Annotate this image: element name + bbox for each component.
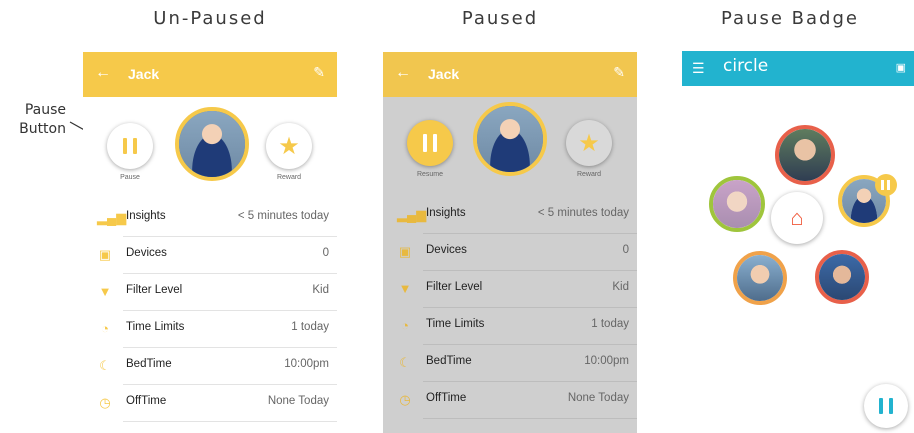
insights-icon: ▂▄▆ <box>97 210 127 225</box>
time-limits-icon: ◔ <box>401 318 409 333</box>
row-label: OffTime <box>126 395 167 407</box>
row-filter-level[interactable]: Filter Level Kid <box>423 270 637 308</box>
row-label: Devices <box>126 247 167 259</box>
hamburger-menu-icon[interactable]: ☰ <box>692 60 705 77</box>
back-arrow-icon[interactable]: ← <box>95 64 111 82</box>
row-label: OffTime <box>426 392 467 404</box>
moon-icon: ☾ <box>399 355 411 370</box>
devices-icon: ▣ <box>398 244 412 259</box>
resume-button[interactable] <box>407 120 453 166</box>
row-offtime[interactable]: OffTime None Today <box>423 381 637 419</box>
devices-icon[interactable]: ▣ <box>896 61 906 74</box>
member-avatar-adult-1[interactable] <box>775 125 835 185</box>
row-value: 10:00pm <box>284 358 329 370</box>
row-label: Filter Level <box>426 281 483 293</box>
devices-icon: ▣ <box>98 247 112 262</box>
row-value: 1 today <box>591 318 629 330</box>
back-arrow-icon[interactable]: ← <box>395 64 411 82</box>
star-icon: ★ <box>578 129 600 157</box>
row-label: Insights <box>426 207 466 219</box>
row-value: 10:00pm <box>584 355 629 367</box>
reward-button-label: Reward <box>576 171 602 178</box>
time-limits-icon: ◔ <box>101 321 109 336</box>
row-value: None Today <box>267 395 329 407</box>
row-devices[interactable]: Devices 0 <box>423 233 637 271</box>
annotation-line1: Pause <box>24 102 66 118</box>
clock-icon: ◷ <box>399 392 411 407</box>
star-icon: ★ <box>278 132 300 160</box>
circle-app-bar: ☰ circle ▣ <box>682 51 914 86</box>
paused-screen: ← Jack ✎ Resume ★ Reward ▂▄▆ Insights < 5… <box>383 52 637 433</box>
edit-pencil-icon[interactable]: ✎ <box>613 64 625 81</box>
row-filter-level[interactable]: Filter Level Kid <box>123 273 337 311</box>
profile-name: Jack <box>428 66 460 82</box>
circle-logo: circle <box>723 56 769 76</box>
row-value: Kid <box>612 281 629 293</box>
reward-button[interactable]: ★ <box>566 120 612 166</box>
reward-button[interactable]: ★ <box>266 123 312 169</box>
circle-home-screen: ☰ circle ▣ ⌂ <box>682 51 914 433</box>
row-bedtime[interactable]: BedTime 10:00pm <box>423 344 637 382</box>
row-value: 0 <box>322 247 329 259</box>
insights-icon: ▂▄▆ <box>397 207 427 222</box>
member-avatar-baby[interactable] <box>709 176 765 232</box>
row-value: Kid <box>312 284 329 296</box>
profile-header: ← Jack ✎ <box>383 52 637 97</box>
row-time-limits[interactable]: Time Limits 1 today <box>123 310 337 348</box>
row-label: Filter Level <box>126 284 183 296</box>
row-value: < 5 minutes today <box>237 210 329 222</box>
home-button[interactable]: ⌂ <box>771 192 823 244</box>
row-value: 0 <box>622 244 629 256</box>
row-offtime[interactable]: OffTime None Today <box>123 384 337 422</box>
filter-icon: ▼ <box>398 281 412 296</box>
profile-avatar <box>175 107 249 181</box>
pause-button-annotation: Pause Button <box>8 101 66 139</box>
heading-unpaused: Un-Paused <box>153 8 267 29</box>
row-label: Time Limits <box>126 321 185 333</box>
annotation-line2: Button <box>19 121 66 137</box>
filter-icon: ▼ <box>98 284 112 299</box>
row-time-limits[interactable]: Time Limits 1 today <box>423 307 637 345</box>
row-bedtime[interactable]: BedTime 10:00pm <box>123 347 337 385</box>
profile-name: Jack <box>128 66 160 82</box>
row-value: < 5 minutes today <box>537 207 629 219</box>
clock-icon: ◷ <box>99 395 111 410</box>
row-label: Devices <box>426 244 467 256</box>
home-icon: ⌂ <box>790 205 804 230</box>
row-insights[interactable]: Insights < 5 minutes today <box>123 199 337 237</box>
reward-button-label: Reward <box>276 174 302 181</box>
row-label: Insights <box>126 210 166 222</box>
unpaused-screen: ← Jack ✎ Pause ★ Reward ▂▄▆ Insights < 5 … <box>83 52 337 433</box>
row-label: BedTime <box>426 355 472 367</box>
row-label: BedTime <box>126 358 172 370</box>
pause-badge <box>875 174 897 196</box>
row-label: Time Limits <box>426 318 485 330</box>
row-devices[interactable]: Devices 0 <box>123 236 337 274</box>
edit-pencil-icon[interactable]: ✎ <box>313 64 325 81</box>
row-insights[interactable]: Insights < 5 minutes today <box>423 196 637 234</box>
row-value: None Today <box>567 392 629 404</box>
profile-avatar <box>473 102 547 176</box>
resume-button-label: Resume <box>416 171 444 178</box>
heading-paused: Paused <box>461 8 539 29</box>
member-avatar-child[interactable] <box>733 251 787 305</box>
moon-icon: ☾ <box>99 358 111 373</box>
row-value: 1 today <box>291 321 329 333</box>
profile-header: ← Jack ✎ <box>83 52 337 97</box>
pause-all-button[interactable] <box>864 384 908 428</box>
member-avatar-adult-2[interactable] <box>815 250 869 304</box>
pause-button[interactable] <box>107 123 153 169</box>
heading-pause-badge: Pause Badge <box>721 8 859 29</box>
pause-button-label: Pause <box>120 174 140 181</box>
